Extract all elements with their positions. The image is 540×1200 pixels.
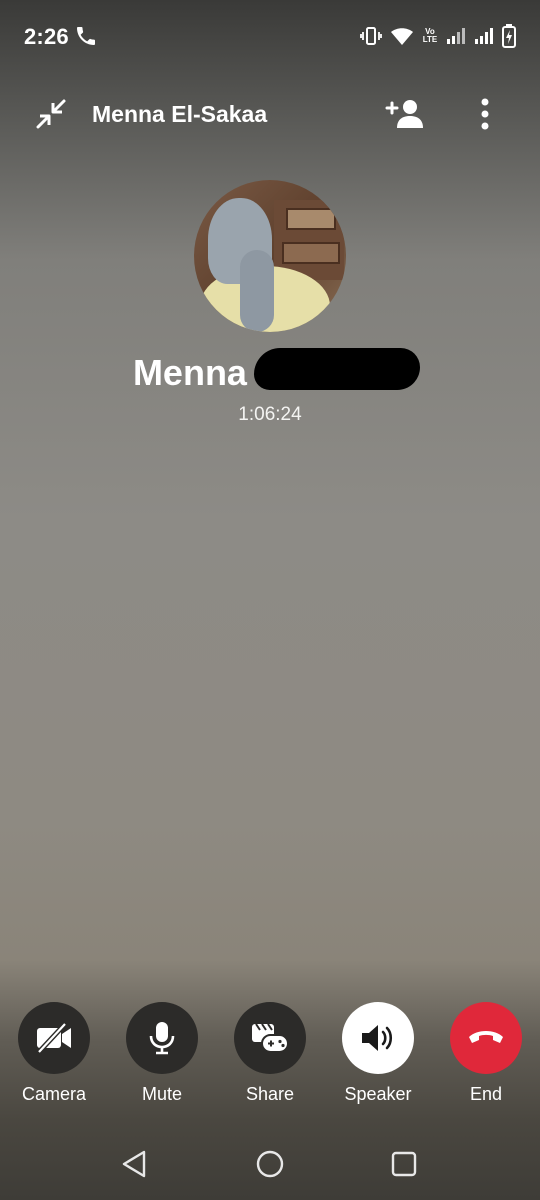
share-button[interactable]: Share (220, 1002, 320, 1112)
end-call-button[interactable]: End (436, 1002, 536, 1112)
camera-button-circle[interactable] (18, 1002, 90, 1074)
battery-charging-icon (502, 24, 516, 48)
end-call-button-circle[interactable] (450, 1002, 522, 1074)
minimize-arrows-icon (36, 99, 66, 129)
volte-bottom-text: LTE (422, 35, 438, 44)
share-label: Share (245, 1084, 295, 1104)
call-controls: Camera Mute Share Speaker End (0, 1002, 540, 1112)
signal-icon (447, 28, 465, 44)
speaker-button[interactable]: Speaker (328, 1002, 428, 1112)
vibrate-icon (360, 27, 382, 45)
microphone-icon (149, 1022, 175, 1055)
header-title: Menna El-Sakaa (92, 101, 268, 127)
speaker-label: Speaker (344, 1084, 412, 1104)
redaction-mark (254, 348, 420, 390)
share-activity-icon (252, 1023, 289, 1053)
status-time: 2:26 (24, 24, 69, 49)
end-label: End (469, 1084, 503, 1104)
add-person-icon (385, 100, 423, 128)
home-icon (256, 1150, 284, 1178)
minimize-button[interactable] (30, 96, 72, 132)
call-icon (77, 27, 95, 45)
back-button[interactable] (114, 1144, 154, 1184)
system-nav-bar (0, 1134, 540, 1194)
camera-button[interactable]: Camera (4, 1002, 104, 1112)
mute-button-circle[interactable] (126, 1002, 198, 1074)
status-bar: 2:26 Vo LTE (0, 0, 540, 72)
share-button-circle[interactable] (234, 1002, 306, 1074)
signal-icon (475, 28, 493, 44)
mute-label: Mute (141, 1084, 183, 1104)
camera-label: Camera (21, 1084, 87, 1104)
more-vertical-icon (481, 98, 489, 130)
speaker-button-circle[interactable] (342, 1002, 414, 1074)
status-icons: Vo LTE (360, 24, 516, 48)
recents-icon (391, 1151, 417, 1177)
end-call-icon (469, 1031, 503, 1043)
back-icon (122, 1150, 146, 1178)
wifi-icon (391, 28, 413, 45)
recents-button[interactable] (384, 1144, 424, 1184)
camera-off-icon (37, 1023, 71, 1053)
mute-button[interactable]: Mute (112, 1002, 212, 1112)
contact-avatar (194, 180, 346, 332)
call-header: Menna El-Sakaa (0, 86, 540, 142)
call-duration: 1:06:24 (238, 404, 302, 425)
volte-icon: Vo LTE (422, 28, 438, 44)
home-button[interactable] (250, 1144, 290, 1184)
speaker-icon (362, 1025, 393, 1051)
add-person-button[interactable] (382, 96, 428, 132)
more-options-button[interactable] (470, 96, 500, 132)
